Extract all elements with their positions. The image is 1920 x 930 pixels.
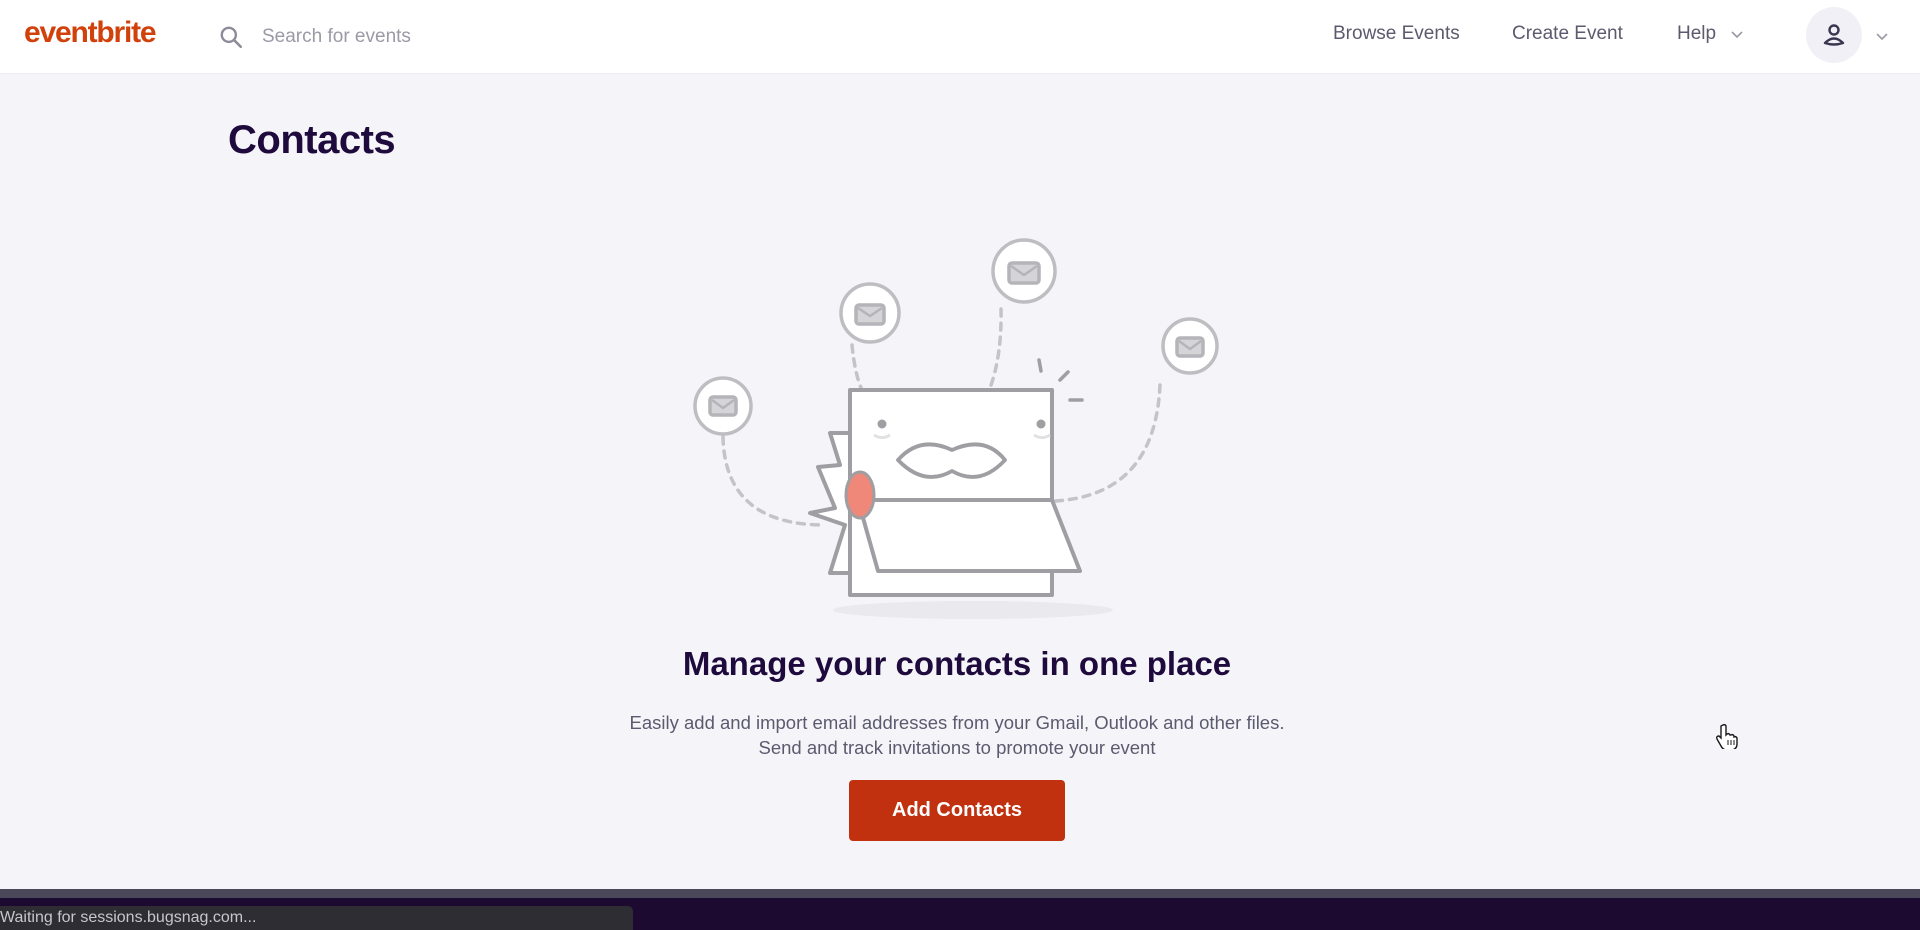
description-line-2: Send and track invitations to promote yo…: [758, 737, 1156, 758]
footer-top-band: [0, 889, 1920, 898]
chevron-down-icon: [1731, 31, 1743, 39]
search-icon: [220, 26, 243, 49]
account-avatar-button[interactable]: [1806, 7, 1862, 63]
empty-state-headline: Manage your contacts in one place: [682, 645, 1232, 682]
eventbrite-logo[interactable]: eventbrite: [24, 16, 157, 50]
envelope-icon: [839, 282, 901, 344]
top-navigation-bar: eventbrite Browse Events Create Event He…: [0, 0, 1920, 74]
browse-events-link[interactable]: Browse Events: [1333, 23, 1460, 45]
browser-status-bar: Waiting for sessions.bugsnag.com...: [0, 906, 633, 930]
illustration-shadow: [833, 601, 1113, 619]
search-input[interactable]: [262, 26, 602, 48]
user-icon: [1823, 24, 1845, 46]
envelope-icon: [991, 238, 1057, 304]
empty-state-description: Easily add and import email addresses fr…: [0, 710, 1914, 760]
hand-pointer-cursor-icon: [1716, 723, 1738, 749]
search-bar[interactable]: [218, 20, 618, 54]
account-chevron-down-icon[interactable]: [1875, 29, 1889, 43]
help-menu[interactable]: Help: [1677, 23, 1744, 45]
envelope-icon: [693, 376, 753, 436]
envelope-icon: [1161, 317, 1219, 375]
mailbox: [808, 388, 1082, 597]
create-event-link[interactable]: Create Event: [1512, 23, 1623, 45]
add-contacts-button[interactable]: Add Contacts: [849, 780, 1065, 841]
contacts-empty-illustration: [693, 238, 1219, 619]
page-title: Contacts: [228, 118, 396, 162]
description-line-1: Easily add and import email addresses fr…: [629, 712, 1285, 733]
help-label: Help: [1677, 23, 1717, 44]
